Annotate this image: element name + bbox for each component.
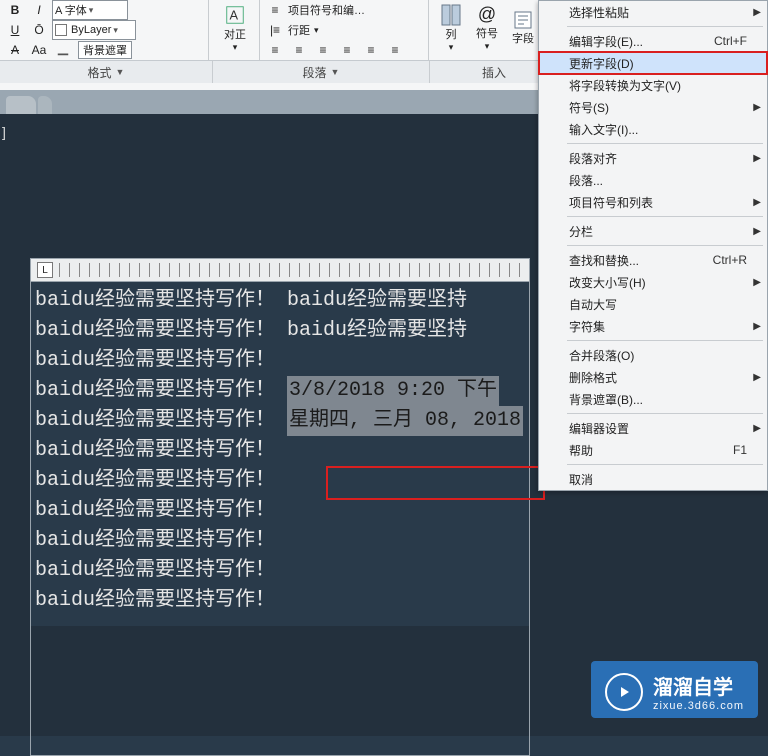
submenu-arrow-icon: ▶ (753, 102, 761, 113)
align-dist-icon[interactable]: ≡ (360, 40, 382, 60)
menu-item[interactable]: 选择性粘贴▶ (539, 1, 767, 23)
bgmask-button[interactable]: 背景遮罩 (78, 41, 132, 59)
menu-item[interactable]: 段落对齐▶ (539, 147, 767, 169)
menu-item[interactable]: 段落... (539, 169, 767, 191)
text-row: baidu经验需要坚持写作！ (35, 466, 525, 496)
strike-icon[interactable]: A (4, 40, 26, 60)
ucs-icon: ] (2, 124, 6, 140)
mtext-field-datetime[interactable]: 3/8/2018 9:20 下午 (287, 376, 499, 406)
text-row: baidu经验需要坚持写作！ (35, 526, 525, 556)
submenu-arrow-icon: ▶ (753, 321, 761, 332)
menu-item[interactable]: 字符集▶ (539, 315, 767, 337)
play-icon (605, 673, 643, 711)
mtext-field-datecn[interactable]: 星期四, 三月 08, 2018 (287, 406, 523, 436)
text-row: baidu经验需要坚持写作！ (35, 586, 525, 616)
overline-icon[interactable]: Ō (28, 20, 50, 40)
context-menu: 选择性粘贴▶ 编辑字段(E)...Ctrl+F更新字段(D)将字段转换为文字(V)… (538, 0, 768, 491)
menu-item[interactable]: 查找和替换...Ctrl+R (539, 249, 767, 271)
ruler[interactable]: L (31, 259, 529, 282)
menu-separator (567, 340, 763, 341)
menu-item[interactable]: 合并段落(O) (539, 344, 767, 366)
underline-icon[interactable]: U (4, 20, 26, 40)
case-icon[interactable]: Aa (28, 40, 50, 60)
menu-separator (567, 413, 763, 414)
menu-item[interactable]: 将字段转换为文字(V) (539, 74, 767, 96)
submenu-arrow-icon: ▶ (753, 277, 761, 288)
menu-item[interactable]: 项目符号和列表▶ (539, 191, 767, 213)
submenu-arrow-icon: ▶ (753, 153, 761, 164)
submenu-arrow-icon: ▶ (753, 7, 761, 18)
text-row: baidu经验需要坚持写作！ (35, 436, 525, 466)
submenu-arrow-icon: ▶ (753, 226, 761, 237)
menu-item[interactable]: 帮助F1 (539, 439, 767, 461)
new-tab[interactable] (38, 96, 52, 114)
text-row: baidu经验需要坚持写作！ (35, 556, 525, 586)
menu-separator (567, 216, 763, 217)
text-content[interactable]: baidu经验需要坚持写作！ baidu经验需要坚持 baidu经验需要坚持写作… (31, 282, 529, 626)
menu-shortcut: Ctrl+R (713, 253, 747, 267)
menu-shortcut: F1 (733, 443, 747, 457)
text-row: baidu经验需要坚持写作！ 3/8/2018 9:20 下午 (35, 376, 525, 406)
justify-button[interactable]: A 对正 ▾ (213, 0, 257, 56)
italic-icon[interactable]: I (28, 0, 50, 20)
panel-label-paragraph[interactable]: 段落▼ (213, 61, 430, 83)
bold-icon[interactable]: B (4, 0, 26, 20)
menu-separator (567, 26, 763, 27)
field-button[interactable]: 字段 (505, 0, 541, 56)
watermark-sub: zixue.3d66.com (653, 700, 744, 712)
mtext-editor[interactable]: L baidu经验需要坚持写作！ baidu经验需要坚持 baidu经验需要坚持… (30, 258, 530, 756)
ribbon-align-big: A 对正 ▾ (209, 0, 260, 60)
text-row: baidu经验需要坚持写作！ (35, 346, 525, 376)
font-combo[interactable]: A 字体▾ (52, 0, 128, 20)
menu-item[interactable]: 取消 (539, 468, 767, 490)
align-col-icon[interactable]: ≡ (384, 40, 406, 60)
menu-item[interactable]: 改变大小写(H)▶ (539, 271, 767, 293)
submenu-arrow-icon: ▶ (753, 197, 761, 208)
linespacing-icon[interactable]: |≡ (264, 20, 286, 40)
submenu-arrow-icon: ▶ (753, 372, 761, 383)
menu-item[interactable]: 符号(S)▶ (539, 96, 767, 118)
tab-stop-icon[interactable]: L (37, 262, 53, 278)
align-center-icon[interactable]: ≡ (288, 40, 310, 60)
menu-item[interactable]: 自动大写 (539, 293, 767, 315)
ribbon-group-insert: 列▾ @ 符号▾ 字段 (429, 0, 554, 60)
menu-separator (567, 245, 763, 246)
submenu-arrow-icon: ▶ (753, 423, 761, 434)
menu-item[interactable]: 编辑字段(E)...Ctrl+F (539, 30, 767, 52)
menu-item[interactable]: 更新字段(D) (539, 52, 767, 74)
menu-item[interactable]: 背景遮罩(B)... (539, 388, 767, 410)
align-right-icon[interactable]: ≡ (312, 40, 334, 60)
text-row: baidu经验需要坚持写作！ (35, 496, 525, 526)
text-row: baidu经验需要坚持写作！ 星期四, 三月 08, 2018 (35, 406, 525, 436)
menu-item[interactable]: 删除格式▶ (539, 366, 767, 388)
menu-separator (567, 464, 763, 465)
text-row: baidu经验需要坚持写作！ baidu经验需要坚持 (35, 286, 525, 316)
text-row: baidu经验需要坚持写作！ baidu经验需要坚持 (35, 316, 525, 346)
panel-label-format[interactable]: 格式▼ (0, 61, 213, 83)
columns-button[interactable]: 列▾ (433, 0, 469, 56)
color-combo[interactable]: ByLayer▾ (52, 20, 136, 40)
watermark-title: 溜溜自学 (653, 677, 733, 699)
menu-item[interactable]: 分栏▶ (539, 220, 767, 242)
svg-text:A: A (230, 7, 239, 22)
menu-item[interactable]: 输入文字(I)... (539, 118, 767, 140)
ribbon-group-paragraph: ≡ 项目符号和编… |≡ 行距▾ ≡ ≡ ≡ ≡ ≡ ≡ (260, 0, 429, 60)
align-justify-icon[interactable]: ≡ (336, 40, 358, 60)
clear-icon[interactable] (52, 40, 74, 60)
menu-shortcut: Ctrl+F (714, 34, 747, 48)
menu-separator (567, 143, 763, 144)
symbol-button[interactable]: @ 符号▾ (469, 0, 505, 56)
drawing-tab[interactable] (6, 96, 36, 114)
align-left-icon[interactable]: ≡ (264, 40, 286, 60)
menu-item[interactable]: 编辑器设置▶ (539, 417, 767, 439)
ribbon-group-format: B I A 字体▾ U Ō ByLayer▾ A Aa 背景遮罩 (0, 0, 209, 60)
watermark: 溜溜自学 zixue.3d66.com (591, 661, 758, 718)
ruler-ticks (59, 263, 525, 277)
bullets-icon[interactable]: ≡ (264, 0, 286, 20)
